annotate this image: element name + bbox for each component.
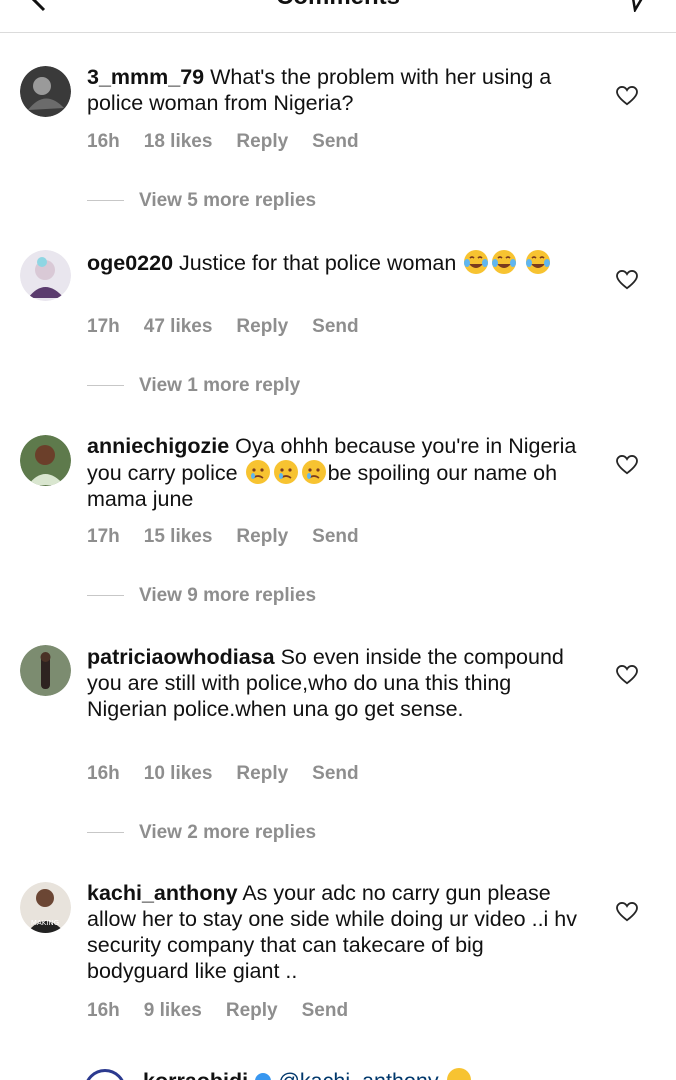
tears-of-joy-emoji xyxy=(526,250,551,274)
share-button[interactable] xyxy=(624,0,650,17)
reply-button[interactable]: Reply xyxy=(236,526,288,547)
avatar[interactable] xyxy=(84,1069,126,1080)
heart-outline-icon[interactable] xyxy=(616,86,638,106)
svg-text:MAKING: MAKING xyxy=(31,919,59,927)
comments-header: Comments xyxy=(0,0,676,33)
comment-time: 17h xyxy=(87,526,120,547)
comment-username[interactable]: oge0220 xyxy=(87,251,173,275)
likes-count[interactable]: 15 likes xyxy=(144,526,213,547)
comment-time: 16h xyxy=(87,763,120,784)
comment-username[interactable]: 3_mmm_79 xyxy=(87,65,204,89)
send-button[interactable]: Send xyxy=(312,763,358,784)
replies-divider xyxy=(87,832,124,834)
comment-meta: 16h 18 likes Reply Send xyxy=(87,131,383,153)
view-more-replies[interactable]: View 5 more replies xyxy=(87,190,316,212)
reply-username[interactable]: korraobidi xyxy=(143,1069,248,1080)
view-replies-label: View 1 more reply xyxy=(139,375,301,396)
send-button[interactable]: Send xyxy=(302,1000,348,1021)
crying-face-emoji xyxy=(245,460,270,484)
reply-button[interactable]: Reply xyxy=(236,316,288,337)
view-more-replies[interactable]: View 2 more replies xyxy=(87,822,316,844)
view-replies-label: View 9 more replies xyxy=(139,585,317,606)
likes-count[interactable]: 9 likes xyxy=(144,1000,202,1021)
view-more-replies[interactable]: View 9 more replies xyxy=(87,585,316,607)
send-button[interactable]: Send xyxy=(312,316,358,337)
comment-username[interactable]: patriciaowhodiasa xyxy=(87,645,275,669)
heart-outline-icon[interactable] xyxy=(616,270,638,290)
crying-face-emoji xyxy=(301,460,326,484)
likes-count[interactable]: 47 likes xyxy=(144,316,213,337)
reply-button[interactable]: Reply xyxy=(236,763,288,784)
comment-time: 17h xyxy=(87,316,120,337)
send-button[interactable]: Send xyxy=(312,131,358,152)
avatar[interactable] xyxy=(20,66,71,117)
comment-username[interactable]: kachi_anthony xyxy=(87,881,238,905)
comment-meta: 16h 9 likes Reply Send xyxy=(87,1000,372,1022)
avatar[interactable] xyxy=(20,250,71,301)
tears-of-joy-emoji xyxy=(492,250,517,274)
view-more-replies[interactable]: View 1 more reply xyxy=(87,375,300,397)
crying-face-emoji xyxy=(273,460,298,484)
avatar[interactable] xyxy=(20,645,71,696)
reply-button[interactable]: Reply xyxy=(236,131,288,152)
comment-time: 16h xyxy=(87,131,120,152)
view-replies-label: View 2 more replies xyxy=(139,822,317,843)
heart-outline-icon[interactable] xyxy=(616,902,638,922)
avatar[interactable] xyxy=(20,435,71,486)
comment-text: Justice for that police woman xyxy=(179,251,457,275)
comment-meta: 17h 15 likes Reply Send xyxy=(87,526,383,548)
page-title: Comments xyxy=(0,0,676,11)
avatar[interactable]: MAKING xyxy=(20,882,71,933)
replies-divider xyxy=(87,200,124,202)
comment-meta: 17h 47 likes Reply Send xyxy=(87,316,383,338)
comment-meta: 16h 10 likes Reply Send xyxy=(87,763,383,785)
likes-count[interactable]: 18 likes xyxy=(144,131,213,152)
heart-outline-icon[interactable] xyxy=(616,665,638,685)
mention-link[interactable]: @kachi_anthony xyxy=(278,1069,438,1080)
likes-count[interactable]: 10 likes xyxy=(144,763,213,784)
partial-reply: korraobidi @kachi_anthony xyxy=(0,1062,676,1080)
paper-plane-icon xyxy=(632,0,643,14)
comment-username[interactable]: anniechigozie xyxy=(87,434,229,458)
tears-of-joy-emoji xyxy=(446,1068,471,1080)
tears-of-joy-emoji xyxy=(464,250,489,274)
view-replies-label: View 5 more replies xyxy=(139,190,317,211)
replies-divider xyxy=(87,385,124,387)
send-button[interactable]: Send xyxy=(312,526,358,547)
verified-badge-icon xyxy=(255,1073,272,1080)
comment-time: 16h xyxy=(87,1000,120,1021)
heart-outline-icon[interactable] xyxy=(616,455,638,475)
replies-divider xyxy=(87,595,124,597)
reply-button[interactable]: Reply xyxy=(226,1000,278,1021)
